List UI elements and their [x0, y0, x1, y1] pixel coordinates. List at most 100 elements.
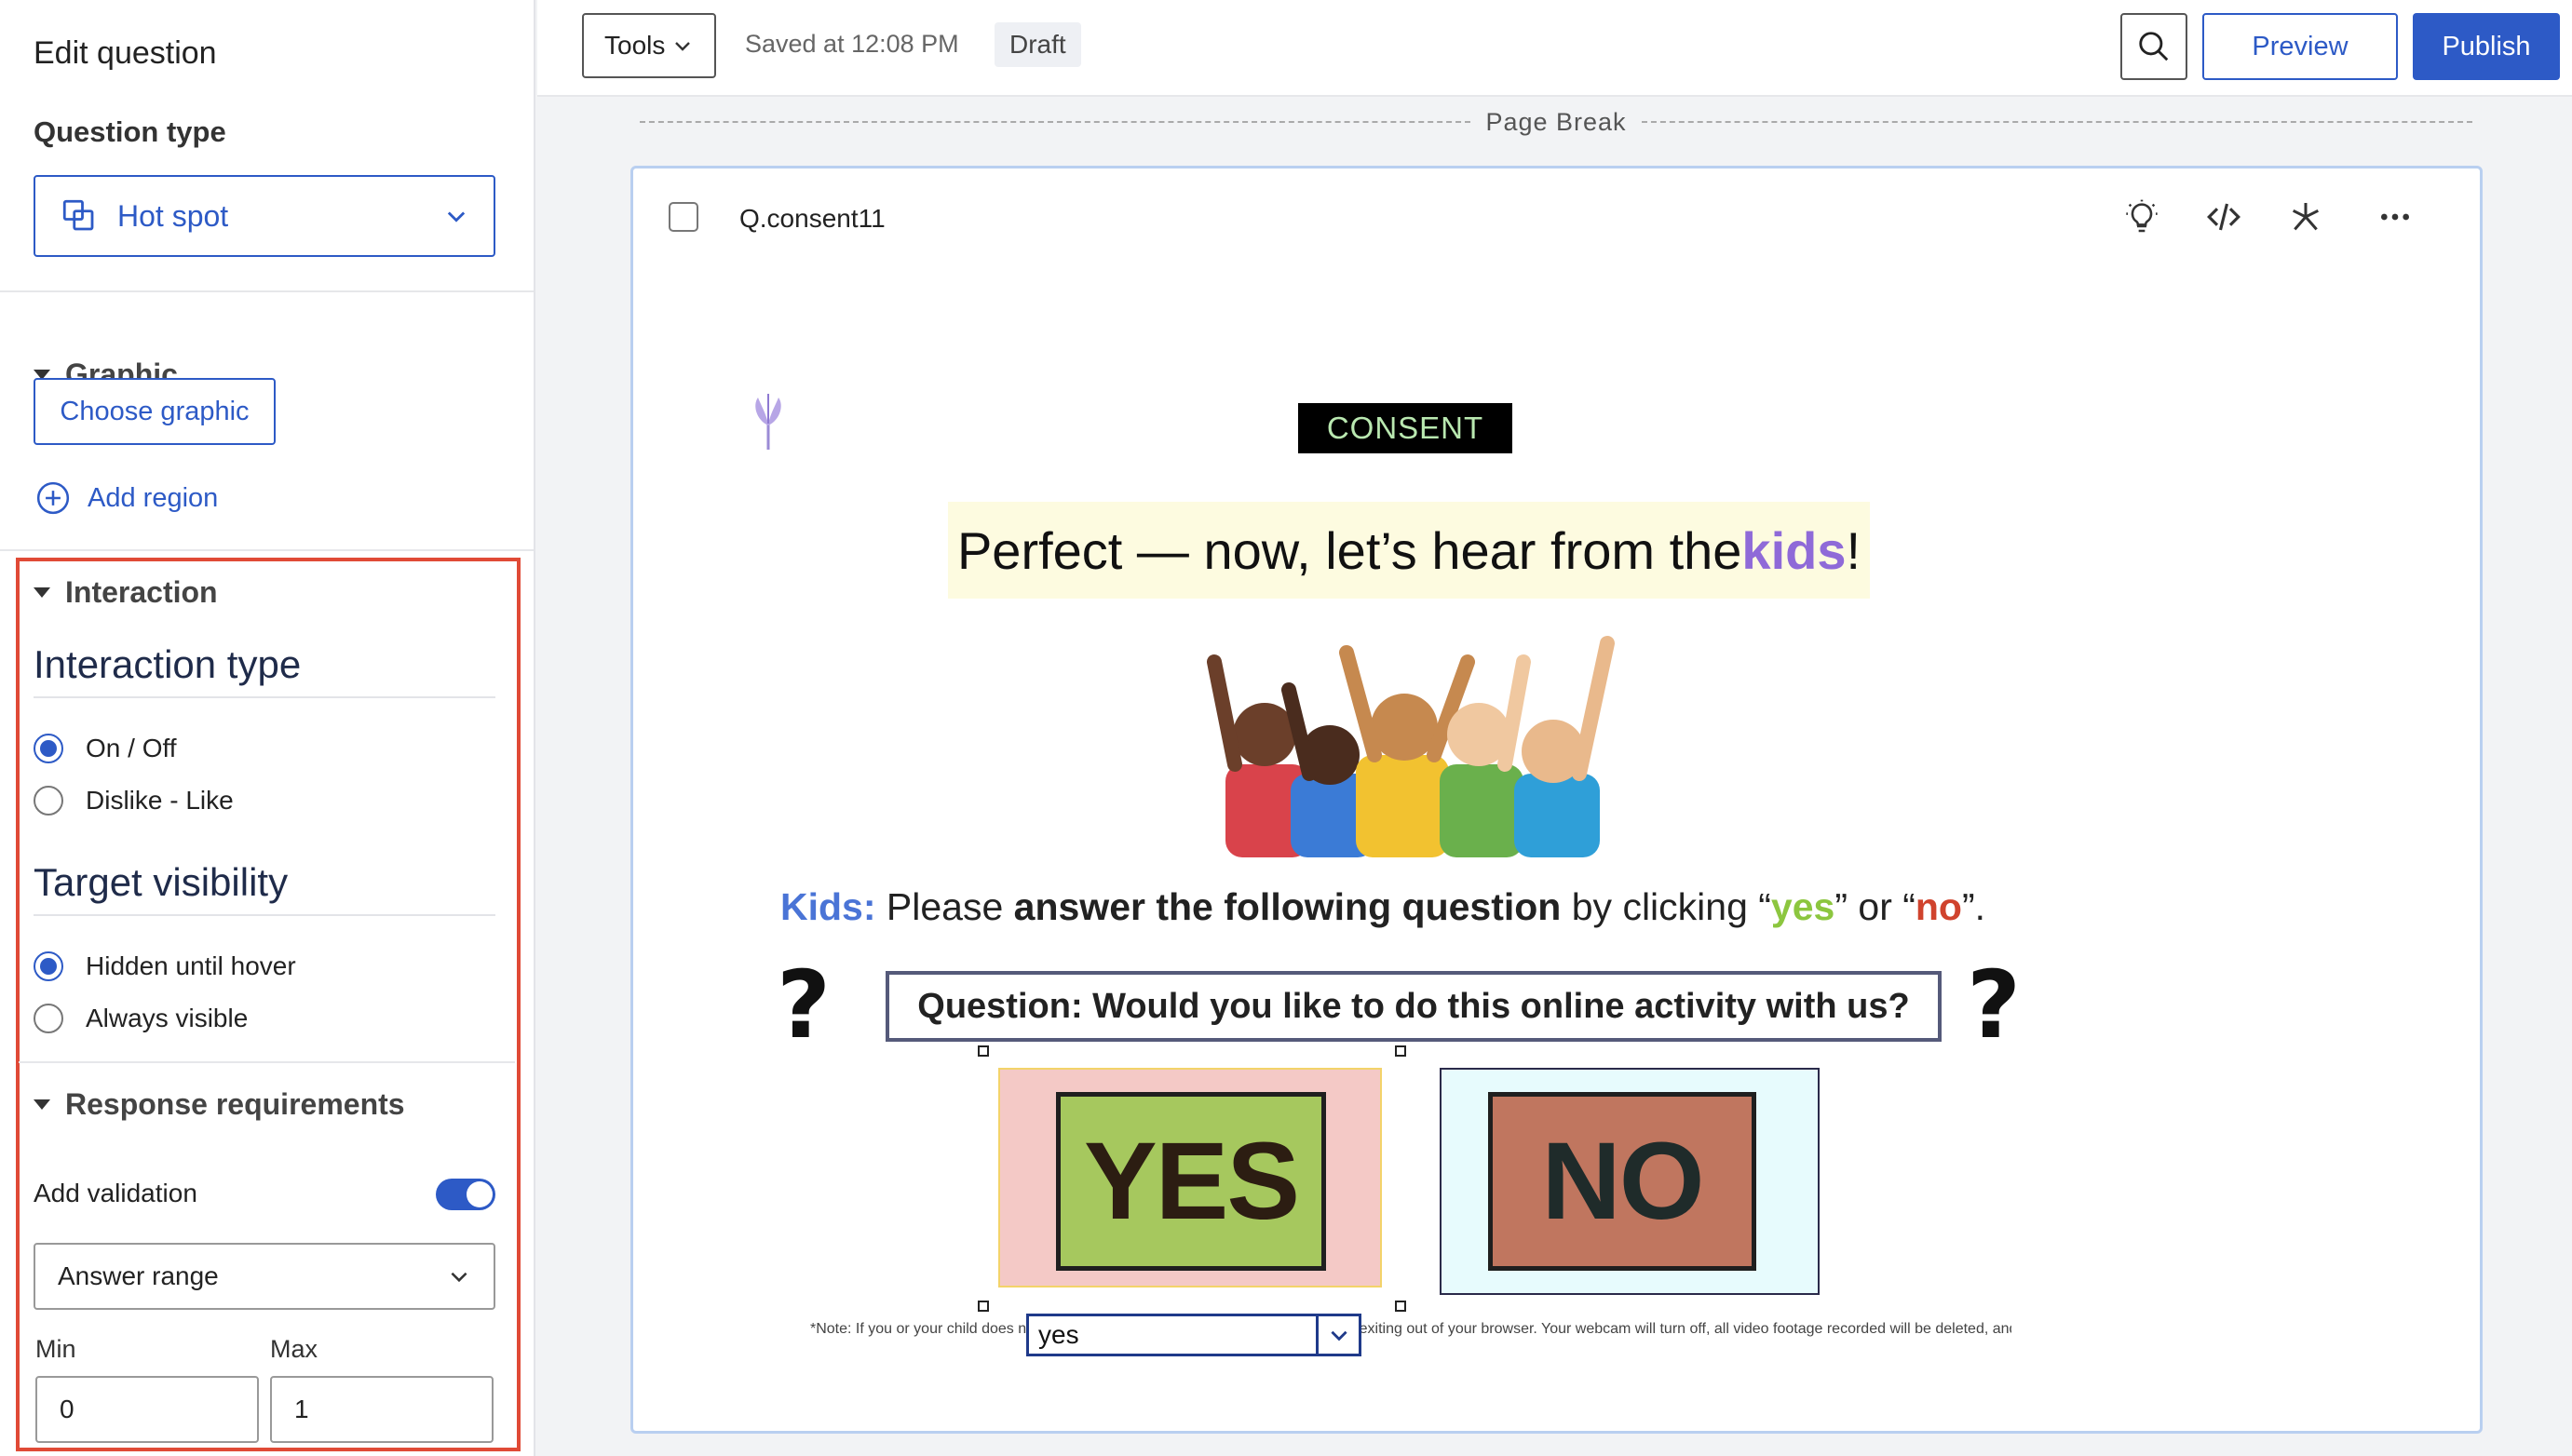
validation-type-value: Answer range — [58, 1261, 219, 1290]
tools-menu-button[interactable]: Tools — [582, 13, 716, 78]
question-mark-left: ? — [777, 950, 832, 1059]
response-requirements-toggle[interactable]: Response requirements — [34, 1087, 405, 1122]
radio-always-visible[interactable]: Always visible — [34, 1004, 248, 1033]
chevron-down-icon — [451, 1272, 467, 1283]
chevron-down-icon — [1330, 1330, 1347, 1341]
resize-handle[interactable] — [1395, 1301, 1406, 1312]
instruction-bold: answer the following question — [1013, 885, 1562, 928]
max-label: Max — [270, 1335, 318, 1363]
lightbulb-icon — [2126, 199, 2158, 233]
page-break-line — [1641, 121, 2472, 123]
instruction-kids: Kids: — [780, 885, 876, 928]
headline-end: ! — [1846, 520, 1861, 580]
add-validation-label: Add validation — [34, 1179, 197, 1207]
edit-question-panel: Edit question Question type Hot spot Gra… — [0, 0, 535, 1456]
resize-handle[interactable] — [1395, 1045, 1406, 1057]
hot-spot-region-no[interactable]: NO — [1440, 1068, 1820, 1295]
publish-button[interactable]: Publish — [2413, 13, 2560, 80]
add-validation-toggle[interactable] — [436, 1179, 495, 1210]
heading-underline — [34, 696, 495, 698]
saved-status: Saved at 12:08 PM — [745, 30, 959, 58]
headline-text: Perfect — now, let’s hear from the kids … — [948, 502, 1870, 599]
radio-label: Always visible — [86, 1004, 249, 1032]
instruction-end: ”. — [1961, 885, 1986, 928]
search-button[interactable] — [2120, 13, 2187, 80]
region-dropdown-toggle[interactable] — [1316, 1316, 1359, 1354]
radio-label: Dislike - Like — [86, 786, 234, 815]
radio-selected-icon — [34, 951, 63, 981]
interaction-section-label: Interaction — [65, 575, 218, 609]
interaction-type-heading: Interaction type — [34, 642, 302, 686]
more-horizontal-icon — [2381, 213, 2409, 221]
add-circle-icon — [36, 481, 70, 515]
target-visibility-heading: Target visibility — [34, 860, 289, 904]
no-button-graphic: NO — [1488, 1092, 1756, 1271]
question-mark-right: ? — [1967, 950, 2022, 1059]
footnote-text: *Note: If you or your child does not wan… — [810, 1321, 2011, 1337]
instruction-yes: yes — [1770, 885, 1835, 928]
asterisk-icon — [2292, 203, 2320, 231]
instruction-part: ” or “ — [1834, 885, 1915, 928]
resize-handle[interactable] — [978, 1045, 989, 1057]
page-break: Page Break — [640, 108, 2472, 136]
interaction-section-toggle[interactable]: Interaction — [34, 575, 218, 610]
question-type-label: Question type — [34, 115, 226, 148]
radio-dislike-like[interactable]: Dislike - Like — [34, 786, 234, 816]
hot-spot-region-yes[interactable]: YES — [998, 1068, 1382, 1287]
headline-part: Perfect — now, let’s hear from the — [956, 520, 1742, 580]
kids-photo — [1207, 636, 1615, 857]
divider — [19, 1061, 515, 1063]
instruction-no: no — [1915, 885, 1962, 928]
question-type-select[interactable]: Hot spot — [34, 175, 495, 257]
radio-unselected-icon — [34, 1004, 63, 1033]
search-icon — [2139, 32, 2169, 61]
divider — [0, 549, 534, 551]
logo-flower-icon — [755, 394, 781, 450]
hot-spot-icon — [62, 199, 94, 231]
chevron-down-icon — [447, 211, 466, 222]
instruction-part: Please — [875, 885, 1014, 928]
radio-label: On / Off — [86, 734, 177, 762]
suggestions-button[interactable] — [2119, 195, 2164, 239]
question-select-checkbox[interactable] — [669, 202, 698, 232]
region-choice-select[interactable]: yes — [1026, 1314, 1361, 1356]
radio-unselected-icon — [34, 786, 63, 816]
min-input[interactable]: 0 — [35, 1376, 259, 1443]
question-card[interactable]: Q.consent11 CONSENT Perfect — now, let’s… — [630, 166, 2483, 1434]
instruction-part: by clicking “ — [1561, 885, 1771, 928]
instruction-text: Kids: Please answer the following questi… — [780, 885, 1985, 929]
top-toolbar: Tools Saved at 12:08 PM Draft Preview Pu… — [537, 0, 2572, 97]
question-type-value: Hot spot — [117, 198, 229, 233]
radio-selected-icon — [34, 734, 63, 763]
code-button[interactable] — [2201, 195, 2246, 239]
resize-handle[interactable] — [978, 1301, 989, 1312]
region-choice-value: yes — [1038, 1320, 1079, 1349]
code-icon — [2207, 203, 2240, 231]
question-id[interactable]: Q.consent11 — [739, 204, 886, 234]
caret-down-icon — [34, 587, 50, 598]
yes-button-graphic: YES — [1056, 1092, 1326, 1271]
choose-graphic-button[interactable]: Choose graphic — [34, 378, 276, 445]
response-requirements-label: Response requirements — [65, 1087, 405, 1121]
preview-button[interactable]: Preview — [2202, 13, 2398, 80]
caret-down-icon — [34, 1099, 50, 1110]
radio-label: Hidden until hover — [86, 951, 296, 980]
required-button[interactable] — [2283, 195, 2328, 239]
divider — [0, 290, 534, 292]
heading-underline — [34, 914, 495, 916]
add-region-label: Add region — [88, 482, 219, 513]
min-label: Min — [35, 1335, 76, 1363]
chevron-down-icon — [675, 42, 690, 51]
tools-label: Tools — [604, 31, 666, 60]
more-options-button[interactable] — [2373, 195, 2417, 239]
max-input[interactable]: 1 — [270, 1376, 494, 1443]
consent-tag: CONSENT — [1298, 403, 1512, 453]
radio-hidden-until-hover[interactable]: Hidden until hover — [34, 951, 296, 981]
validation-type-select[interactable]: Answer range — [34, 1243, 495, 1310]
radio-on-off[interactable]: On / Off — [34, 734, 177, 763]
add-region-button[interactable]: Add region — [35, 480, 218, 516]
question-prompt: Question: Would you like to do this onli… — [886, 971, 1942, 1042]
headline-kids: kids — [1741, 520, 1847, 580]
page-break-label: Page Break — [1485, 107, 1627, 136]
panel-title: Edit question — [34, 35, 217, 71]
